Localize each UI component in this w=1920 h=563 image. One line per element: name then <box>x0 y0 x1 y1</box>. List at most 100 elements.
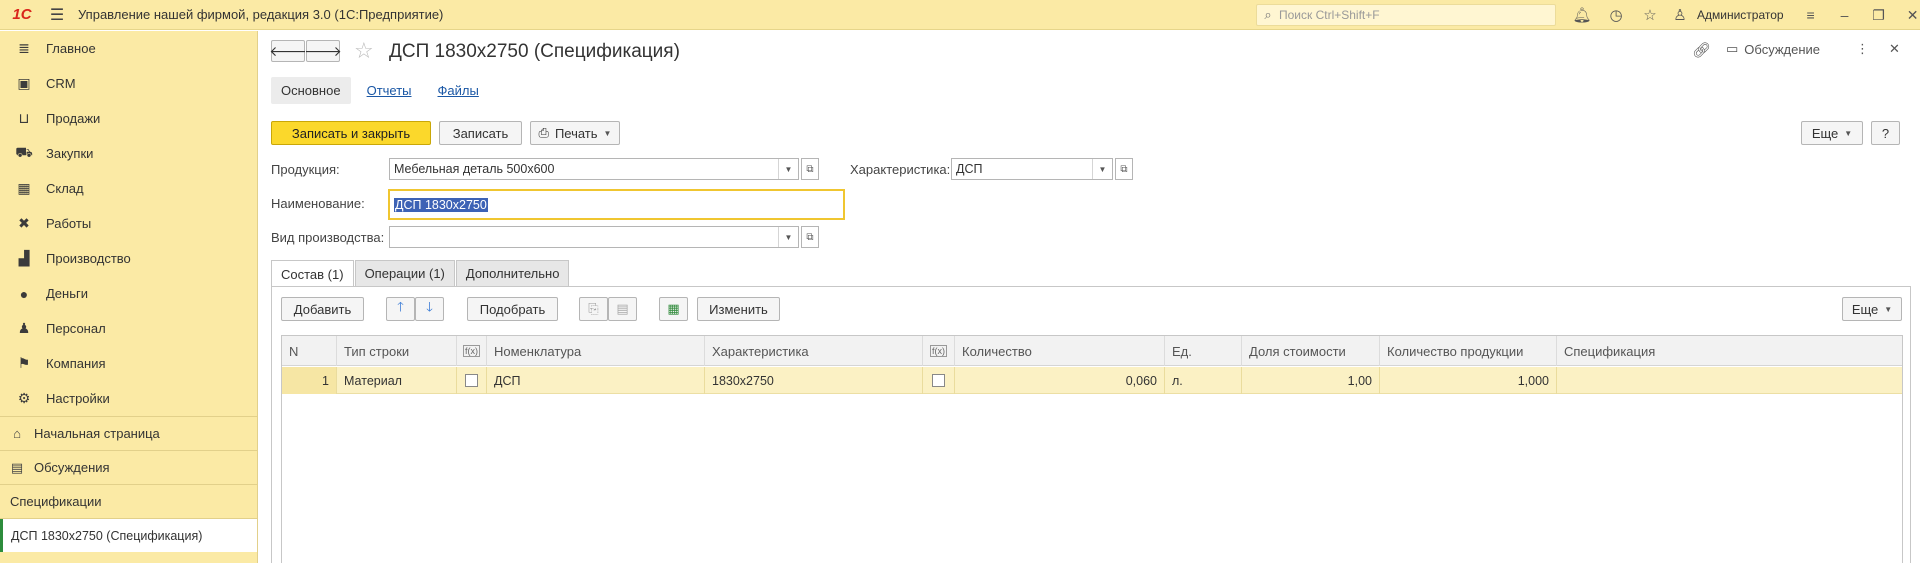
sidebar-item-warehouse[interactable]: ▦ Склад <box>0 171 257 206</box>
chevron-down-icon[interactable]: ▼ <box>1092 159 1112 179</box>
tab-operations[interactable]: Операции (1) <box>354 260 455 286</box>
cell-product-qty[interactable]: 1,000 <box>1380 367 1557 394</box>
back-button[interactable]: 🡐 <box>269 40 307 62</box>
arrow-down-icon: 🡓 <box>426 299 433 314</box>
cell-specification[interactable] <box>1557 367 1904 394</box>
copy-button[interactable]: ⎘ <box>579 297 608 321</box>
open-production-type-icon[interactable]: ⧉ <box>801 226 819 248</box>
checkbox[interactable] <box>932 374 945 387</box>
name-field[interactable]: ДСП 1830x2750 <box>388 189 845 220</box>
minimize-icon[interactable]: – <box>1828 0 1862 30</box>
restore-icon[interactable]: ❐ <box>1862 0 1896 30</box>
characteristic-value: ДСП <box>956 162 983 176</box>
cell-unit[interactable]: л. <box>1165 367 1242 394</box>
pick-button[interactable]: Подобрать <box>467 297 558 321</box>
help-button[interactable]: ? <box>1871 121 1900 145</box>
forward-button[interactable]: 🡒 <box>304 40 342 62</box>
tab-additional[interactable]: Дополнительно <box>455 260 570 286</box>
cell-quantity[interactable]: 0,060 <box>955 367 1165 394</box>
sidebar-item-personnel[interactable]: ♟ Персонал <box>0 311 257 346</box>
search-input[interactable]: ⌕ Поиск Ctrl+Shift+F <box>1256 4 1556 26</box>
sidebar-open-section[interactable]: Спецификации <box>0 485 257 518</box>
link-icon[interactable]: 🔗︎ <box>1692 41 1711 59</box>
tab-main[interactable]: Основное <box>271 76 351 104</box>
sidebar-discussions[interactable]: ▤ Обсуждения <box>0 451 257 484</box>
settings-menu-icon[interactable]: ≡ <box>1794 0 1828 30</box>
sidebar-item-sales[interactable]: ⊔ Продажи <box>0 101 257 136</box>
change-button[interactable]: Изменить <box>697 297 780 321</box>
sidebar-item-main[interactable]: ≣ Главное <box>0 31 257 66</box>
sidebar-item-label: Работы <box>46 216 92 231</box>
open-product-icon[interactable]: ⧉ <box>801 158 819 180</box>
cell-formula-checkbox-2[interactable] <box>923 367 955 394</box>
product-field[interactable]: Мебельная деталь 500х600 ▼ <box>389 158 799 180</box>
more-vertical-icon[interactable]: ⋮ <box>1856 41 1869 57</box>
cell-n[interactable]: 1 <box>282 367 337 394</box>
form-tabs: Основное Отчеты Файлы <box>271 75 495 105</box>
cell-formula-checkbox[interactable] <box>457 367 487 394</box>
menu-lines-icon: ≣ <box>18 40 30 56</box>
sidebar-open-window[interactable]: ДСП 1830x2750 (Спецификация) <box>0 519 257 552</box>
production-type-field[interactable]: ▼ <box>389 226 799 248</box>
history-icon[interactable]: ◷ <box>1599 0 1633 30</box>
cell-row-type[interactable]: Материал <box>337 367 457 394</box>
page-title: ДСП 1830x2750 (Спецификация) <box>389 41 680 62</box>
name-value: ДСП 1830x2750 <box>394 197 488 212</box>
discussion-icon[interactable]: ▭ <box>1726 41 1738 57</box>
favorites-star-icon[interactable]: ☆ <box>1633 0 1667 30</box>
sidebar-item-company[interactable]: ⚑ Компания <box>0 346 257 381</box>
sidebar-item-purchases[interactable]: ⛟ Закупки <box>0 136 257 171</box>
column-header-row-type[interactable]: Тип строки <box>337 336 457 366</box>
chevron-down-icon[interactable]: ▼ <box>778 227 798 247</box>
paste-button[interactable]: ▤ <box>608 297 637 321</box>
column-header-nomenclature[interactable]: Номенклатура <box>487 336 705 366</box>
sidebar-item-works[interactable]: ✖ Работы <box>0 206 257 241</box>
tab-files[interactable]: Файлы <box>428 77 489 104</box>
sidebar-item-money[interactable]: ● Деньги <box>0 276 257 311</box>
cell-nomenclature[interactable]: ДСП <box>487 367 705 394</box>
column-header-unit[interactable]: Ед. <box>1165 336 1242 366</box>
discussion-button[interactable]: Обсуждение <box>1744 42 1820 57</box>
save-button[interactable]: Записать <box>439 121 522 145</box>
column-header-formula-2[interactable]: f(x) <box>923 336 955 366</box>
factory-icon: ▟ <box>18 250 30 266</box>
tab-reports[interactable]: Отчеты <box>357 77 422 104</box>
close-icon[interactable]: ✕ <box>1896 0 1920 30</box>
user-name[interactable]: Администратор <box>1697 8 1784 22</box>
characteristic-field[interactable]: ДСП ▼ <box>951 158 1113 180</box>
sidebar-home-page[interactable]: ⌂ Начальная страница <box>0 417 257 450</box>
sidebar-item-settings[interactable]: ⚙ Настройки <box>0 381 257 416</box>
open-characteristic-icon[interactable]: ⧉ <box>1115 158 1133 180</box>
close-form-icon[interactable]: ✕ <box>1889 41 1900 57</box>
sidebar-item-production[interactable]: ▟ Производство <box>0 241 257 276</box>
cell-cost-share[interactable]: 1,00 <box>1242 367 1380 394</box>
print-button[interactable]: ⎙ Печать ▼ <box>530 121 620 145</box>
move-down-button[interactable]: 🡓 <box>415 297 444 321</box>
table-settings-button[interactable]: ▦ <box>659 297 688 321</box>
table-more-button[interactable]: Еще ▼ <box>1842 297 1902 321</box>
column-header-n[interactable]: N <box>282 336 337 366</box>
table-header: N Тип строки f(x) Номенклатура Характери… <box>282 336 1902 366</box>
column-header-product-qty[interactable]: Количество продукции <box>1380 336 1557 366</box>
table-row[interactable]: 1 Материал ДСП 1830x2750 0,060 л. 1,00 1… <box>282 367 1902 394</box>
column-header-characteristic[interactable]: Характеристика <box>705 336 923 366</box>
column-header-cost-share[interactable]: Доля стоимости <box>1242 336 1380 366</box>
add-row-button[interactable]: Добавить <box>281 297 364 321</box>
column-header-formula[interactable]: f(x) <box>457 336 487 366</box>
chevron-down-icon[interactable]: ▼ <box>778 159 798 179</box>
bell-icon[interactable]: 🔔︎ <box>1565 0 1599 30</box>
favorite-star-icon[interactable]: ☆ <box>354 38 374 64</box>
tab-composition[interactable]: Состав (1) <box>271 260 354 287</box>
sidebar-item-crm[interactable]: ▣ CRM <box>0 66 257 101</box>
user-icon[interactable]: ♙ <box>1667 0 1693 30</box>
column-header-specification[interactable]: Спецификация <box>1557 336 1904 366</box>
move-up-button[interactable]: 🡑 <box>386 297 415 321</box>
main-menu-icon[interactable]: ☰ <box>44 0 70 30</box>
chevron-down-icon: ▼ <box>1884 304 1893 314</box>
cell-characteristic[interactable]: 1830x2750 <box>705 367 923 394</box>
more-button[interactable]: Еще ▼ <box>1801 121 1863 145</box>
column-header-quantity[interactable]: Количество <box>955 336 1165 366</box>
warehouse-grid-icon: ▦ <box>17 180 31 196</box>
save-and-close-button[interactable]: Записать и закрыть <box>271 121 431 145</box>
checkbox[interactable] <box>465 374 478 387</box>
